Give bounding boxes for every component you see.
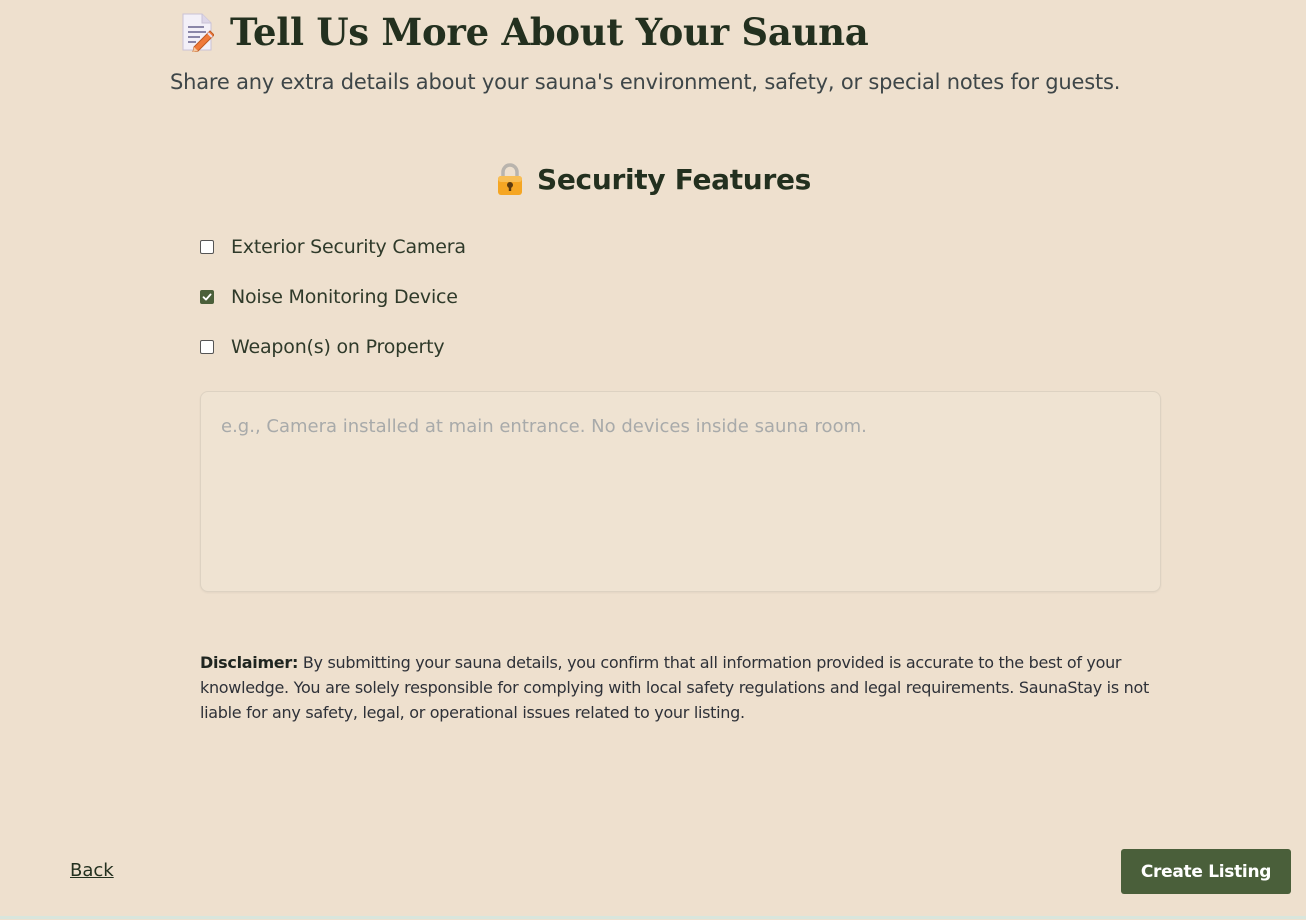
lock-icon xyxy=(495,162,525,196)
disclaimer: Disclaimer: By submitting your sauna det… xyxy=(200,650,1160,725)
bottom-divider xyxy=(0,916,1306,919)
listing-details-page: Tell Us More About Your Sauna Share any … xyxy=(0,0,1306,920)
disclaimer-text: By submitting your sauna details, you co… xyxy=(200,653,1149,722)
page-subtitle: Share any extra details about your sauna… xyxy=(170,70,1121,94)
option-label: Noise Monitoring Device xyxy=(231,286,458,308)
option-weapons[interactable]: Weapon(s) on Property xyxy=(200,333,466,361)
option-noise-monitor[interactable]: Noise Monitoring Device xyxy=(200,283,466,311)
security-notes-input[interactable] xyxy=(200,391,1161,592)
checkbox-exterior-camera[interactable] xyxy=(200,240,214,254)
security-options: Exterior Security Camera Noise Monitorin… xyxy=(200,233,466,383)
memo-icon xyxy=(180,12,215,53)
page-title: Tell Us More About Your Sauna xyxy=(180,10,869,54)
checkbox-noise-monitor[interactable] xyxy=(200,290,214,304)
option-label: Exterior Security Camera xyxy=(231,236,466,258)
page-title-text: Tell Us More About Your Sauna xyxy=(230,10,869,54)
option-exterior-camera[interactable]: Exterior Security Camera xyxy=(200,233,466,261)
option-label: Weapon(s) on Property xyxy=(231,336,445,358)
checkbox-weapons[interactable] xyxy=(200,340,214,354)
back-link[interactable]: Back xyxy=(70,860,114,881)
security-section-title: Security Features xyxy=(0,162,1306,196)
disclaimer-label: Disclaimer: xyxy=(200,653,299,672)
security-section-title-text: Security Features xyxy=(536,162,812,196)
create-listing-button[interactable]: Create Listing xyxy=(1121,849,1291,894)
checkmark-icon xyxy=(202,293,212,301)
